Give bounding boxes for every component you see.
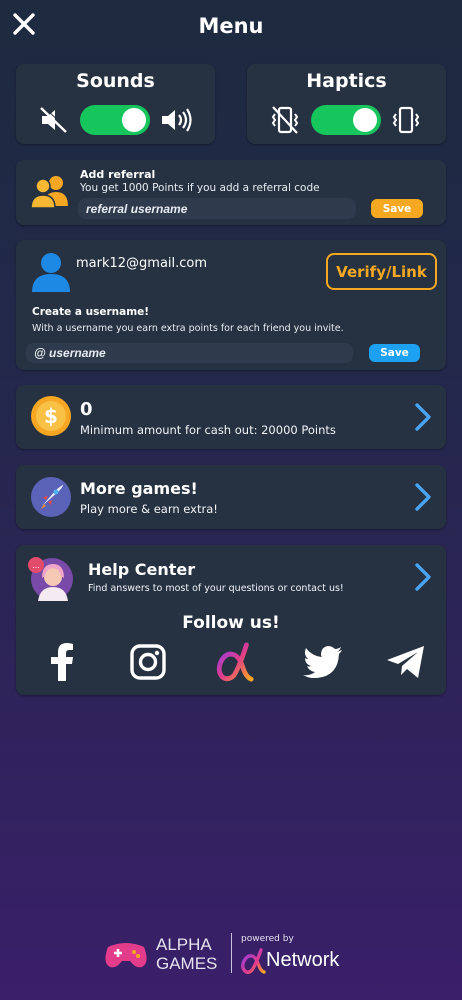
telegram-icon[interactable] [386, 641, 426, 683]
brand-line2: GAMES [156, 954, 218, 973]
account-card: mark12@gmail.com Verify/Link Create a us… [16, 240, 446, 370]
header: Menu [0, 0, 462, 60]
points-subtitle: Minimum amount for cash out: 20000 Point… [80, 423, 336, 437]
verify-link-button[interactable]: Verify/Link [326, 253, 437, 290]
referral-card: Add referral You get 1000 Points if you … [16, 160, 446, 225]
help-follow-card: ... Help Center Find answers to most of … [16, 545, 446, 695]
sounds-card: Sounds [16, 64, 215, 144]
more-games-title: More games! [80, 479, 198, 498]
facebook-icon[interactable] [42, 641, 82, 683]
page-title: Menu [198, 14, 264, 38]
rocket-icon [31, 477, 71, 517]
vibration-on-icon [392, 106, 420, 134]
vibration-off-icon [271, 106, 299, 134]
points-value: 0 [80, 399, 93, 420]
referral-save-button[interactable]: Save [371, 199, 423, 218]
help-center-title: Help Center [88, 560, 196, 579]
brand-line1: ALPHA [156, 935, 212, 954]
twitter-icon[interactable] [303, 641, 343, 683]
more-games-card[interactable]: More games! Play more & earn extra! [16, 465, 446, 529]
alpha-games-logo-icon [105, 943, 147, 968]
instagram-icon[interactable] [128, 641, 168, 683]
username-input[interactable] [26, 343, 353, 363]
svg-text:$: $ [44, 404, 58, 428]
chevron-right-icon[interactable] [414, 483, 432, 511]
powered-by-label: powered by [241, 934, 294, 944]
sound-on-icon [162, 108, 192, 132]
support-agent-icon: ... [28, 557, 73, 601]
create-username-title: Create a username! [32, 306, 150, 318]
haptics-card: Haptics [247, 64, 446, 144]
footer-divider [231, 933, 232, 973]
alpha-icon[interactable] [215, 641, 255, 683]
network-label: Network [266, 949, 340, 971]
sounds-label: Sounds [76, 70, 155, 92]
account-email: mark12@gmail.com [76, 256, 208, 271]
users-icon [30, 176, 68, 208]
referral-subtitle: You get 1000 Points if you add a referra… [80, 182, 320, 194]
referral-title: Add referral [80, 168, 156, 181]
points-card[interactable]: $ 0 Minimum amount for cash out: 20000 P… [16, 385, 446, 449]
username-save-button[interactable]: Save [369, 344, 420, 362]
help-center-subtitle: Find answers to most of your questions o… [88, 583, 344, 594]
haptics-toggle[interactable] [311, 105, 381, 135]
sound-muted-icon [40, 105, 69, 133]
create-username-subtitle: With a username you earn extra points fo… [32, 323, 344, 334]
sounds-toggle[interactable] [80, 105, 150, 135]
alpha-network-logo-icon [241, 948, 266, 974]
follow-us-title: Follow us! [182, 613, 280, 633]
chevron-right-icon[interactable] [414, 563, 432, 591]
chevron-right-icon[interactable] [414, 403, 432, 431]
more-games-subtitle: Play more & earn extra! [80, 502, 218, 516]
user-avatar-icon [32, 253, 70, 292]
coin-icon: $ [31, 396, 71, 436]
svg-text:...: ... [32, 561, 40, 570]
footer-branding: ALPHA GAMES powered by Network [100, 925, 370, 980]
referral-username-input[interactable] [78, 198, 356, 219]
haptics-label: Haptics [306, 70, 387, 92]
